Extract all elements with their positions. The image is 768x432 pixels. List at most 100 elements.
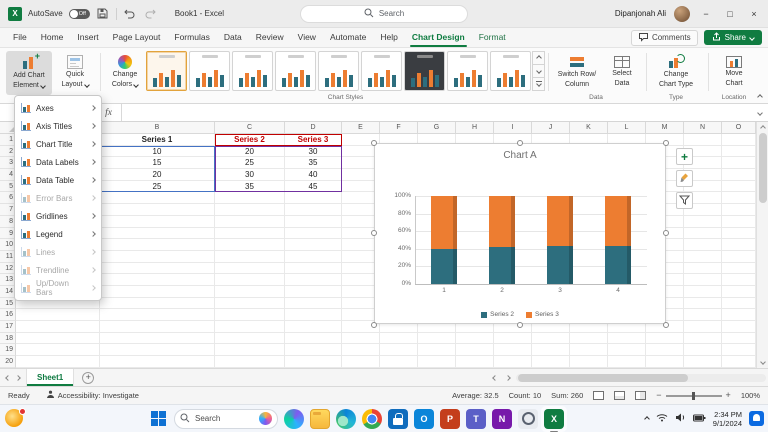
cell-O19[interactable] (722, 344, 756, 356)
cell-C1[interactable]: Series 2 (215, 134, 285, 146)
chart-style-3[interactable] (232, 51, 273, 91)
cell-I18[interactable] (494, 333, 532, 345)
cell-F20[interactable] (380, 356, 418, 368)
cell-O1[interactable] (722, 134, 756, 146)
collapse-ribbon-icon[interactable] (757, 94, 763, 100)
row-header-17[interactable]: 17 (0, 321, 16, 333)
cell-C12[interactable] (215, 263, 285, 275)
series-series-3-segment[interactable] (489, 196, 515, 247)
zoom-level[interactable]: 100% (741, 391, 760, 400)
series-series-3-segment[interactable] (431, 196, 457, 249)
weather-widget-icon[interactable] (5, 409, 25, 429)
quick-layout-button[interactable]: Quick Layout (54, 51, 96, 95)
chart-legend[interactable]: Series 2Series 3 (375, 311, 665, 318)
cell-B2[interactable]: 10 (100, 146, 215, 158)
tab-review[interactable]: Review (249, 28, 291, 47)
column-header-B[interactable]: B (100, 122, 215, 133)
cell-O3[interactable] (722, 157, 756, 169)
wifi-icon[interactable] (656, 413, 668, 424)
start-button[interactable] (148, 409, 168, 429)
vertical-scroll-thumb[interactable] (759, 133, 767, 203)
cell-H19[interactable] (456, 344, 494, 356)
column-header-F[interactable]: F (380, 122, 418, 133)
cell-J18[interactable] (532, 333, 570, 345)
cell-N20[interactable] (684, 356, 722, 368)
chart-resize-handle[interactable] (371, 140, 377, 146)
gallery-scroll-up-button[interactable] (532, 51, 545, 65)
menu-item-legend[interactable]: Legend (15, 225, 101, 243)
column-header-D[interactable]: D (285, 122, 342, 133)
horizontal-scroll-track[interactable] (516, 374, 766, 382)
cell-G18[interactable] (418, 333, 456, 345)
maximize-button[interactable]: □ (722, 9, 738, 19)
cell-E18[interactable] (342, 333, 380, 345)
column-header-H[interactable]: H (456, 122, 494, 133)
menu-item-data-labels[interactable]: Data Labels (15, 153, 101, 171)
cell-G20[interactable] (418, 356, 456, 368)
volume-icon[interactable] (675, 413, 686, 424)
titlebar-search[interactable]: Search (300, 5, 468, 23)
minimize-button[interactable]: − (698, 9, 714, 19)
tab-formulas[interactable]: Formulas (167, 28, 216, 47)
cell-L20[interactable] (608, 356, 646, 368)
cell-K18[interactable] (570, 333, 608, 345)
legend-item-series-3[interactable]: Series 3 (526, 311, 559, 318)
tab-view[interactable]: View (291, 28, 323, 47)
cell-N13[interactable] (684, 274, 722, 286)
battery-icon[interactable] (693, 414, 706, 424)
cell-B13[interactable] (100, 274, 215, 286)
cell-O17[interactable] (722, 321, 756, 333)
cell-N16[interactable] (684, 309, 722, 321)
page-layout-view-button[interactable] (614, 391, 625, 400)
gallery-scroll-down-button[interactable] (532, 65, 545, 78)
cell-E19[interactable] (342, 344, 380, 356)
column-header-J[interactable]: J (532, 122, 570, 133)
chart-filters-button[interactable] (676, 192, 693, 209)
cell-D5[interactable]: 45 (285, 181, 342, 193)
cell-B1[interactable]: Series 1 (100, 134, 215, 146)
cell-D4[interactable]: 40 (285, 169, 342, 181)
column-header-L[interactable]: L (608, 122, 646, 133)
cell-N19[interactable] (684, 344, 722, 356)
scroll-left-icon[interactable] (490, 373, 500, 383)
cell-D16[interactable] (285, 309, 342, 321)
chart-resize-handle[interactable] (371, 230, 377, 236)
tab-file[interactable]: File (6, 28, 34, 47)
series-series-3-segment[interactable] (547, 196, 573, 246)
cell-L19[interactable] (608, 344, 646, 356)
cell-C11[interactable] (215, 251, 285, 263)
settings-icon[interactable] (518, 409, 538, 429)
chart-bar-1[interactable] (431, 196, 457, 284)
cell-M19[interactable] (646, 344, 684, 356)
chart-style-4[interactable] (275, 51, 316, 91)
cell-D11[interactable] (285, 251, 342, 263)
column-header-C[interactable]: C (215, 122, 285, 133)
menu-item-axis-titles[interactable]: Axis Titles (15, 117, 101, 135)
cell-O9[interactable] (722, 228, 756, 240)
sheet-tab-sheet1[interactable]: Sheet1 (26, 369, 74, 386)
series-series-2-segment[interactable] (489, 247, 515, 284)
cell-C14[interactable] (215, 286, 285, 298)
select-data-button[interactable]: Select Data (604, 51, 640, 95)
cell-D7[interactable] (285, 204, 342, 216)
powerpoint-icon[interactable]: P (440, 409, 460, 429)
cell-B14[interactable] (100, 286, 215, 298)
onenote-icon[interactable]: N (492, 409, 512, 429)
close-button[interactable]: × (746, 9, 762, 19)
cell-N18[interactable] (684, 333, 722, 345)
cell-I19[interactable] (494, 344, 532, 356)
tab-help[interactable]: Help (373, 28, 404, 47)
chart-style-9[interactable] (490, 51, 531, 91)
new-sheet-button[interactable]: + (82, 372, 94, 384)
cell-O10[interactable] (722, 239, 756, 251)
cell-O5[interactable] (722, 181, 756, 193)
tray-overflow-icon[interactable] (644, 416, 650, 422)
cell-N17[interactable] (684, 321, 722, 333)
chart-object[interactable]: Chart A 100%80%60%40%20%0%1234 Series 2S… (372, 141, 668, 327)
scroll-right-icon[interactable] (503, 373, 513, 383)
cell-B10[interactable] (100, 239, 215, 251)
chrome-icon[interactable] (362, 409, 382, 429)
formula-input[interactable] (122, 104, 752, 121)
taskbar-search[interactable]: Search (174, 409, 278, 429)
horizontal-scroll-thumb[interactable] (518, 374, 688, 382)
